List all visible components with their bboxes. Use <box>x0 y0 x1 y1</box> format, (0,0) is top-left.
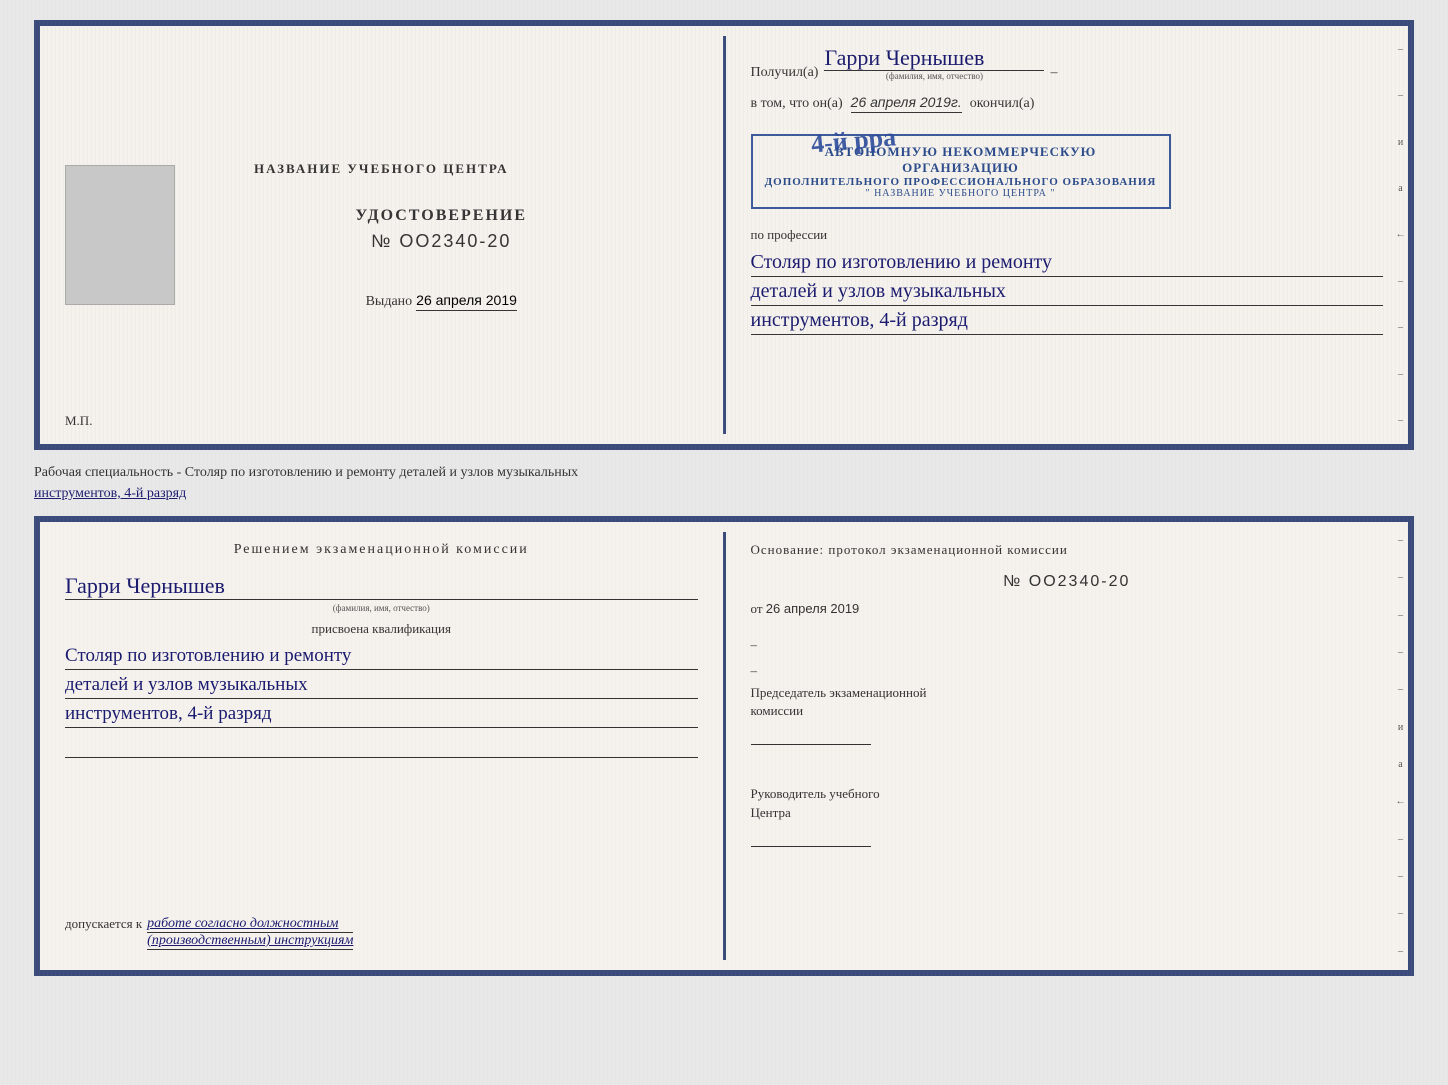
stamp-line3: " НАЗВАНИЕ УЧЕБНОГО ЦЕНТРА " <box>765 188 1157 199</box>
dopusk-label: допускается к <box>65 916 142 932</box>
right-vertical-marks: – – и а ← – – – – <box>1393 26 1408 444</box>
bottom-right-panel: Основание: протокол экзаменационной коми… <box>726 522 1409 970</box>
bottom-left-panel: Решением экзаменационной комиссии Гарри … <box>40 522 723 970</box>
rukovod-signature-line <box>751 827 871 847</box>
protocol-date-val: 26 апреля 2019 <box>766 601 860 616</box>
chairman-label: Председатель экзаменационной комиссии <box>751 684 1384 745</box>
recipient-name: Гарри Чернышев <box>824 46 1044 71</box>
decision-title: Решением экзаменационной комиссии <box>65 542 698 558</box>
dopusk-line: допускается к работе согласно должностны… <box>65 916 708 950</box>
cert-left-panel: НАЗВАНИЕ УЧЕБНОГО ЦЕНТРА УДОСТОВЕРЕНИЕ №… <box>40 26 723 444</box>
cert-type-label: УДОСТОВЕРЕНИЕ <box>355 207 527 225</box>
recipient-line: Получил(а) Гарри Чернышев (фамилия, имя,… <box>751 46 1384 81</box>
date-line: в том, что он(а) 26 апреля 2019г. окончи… <box>751 94 1384 113</box>
recipient-label: Получил(а) <box>751 65 819 81</box>
bottom-certificate: Решением экзаменационной комиссии Гарри … <box>34 516 1414 976</box>
prof-line-2: деталей и узлов музыкальных <box>751 280 1384 306</box>
top-certificate: НАЗВАНИЕ УЧЕБНОГО ЦЕНТРА УДОСТОВЕРЕНИЕ №… <box>34 20 1414 450</box>
protocol-num: № OO2340-20 <box>751 573 1384 591</box>
mp-label: М.П. <box>65 413 92 429</box>
protocol-date: от 26 апреля 2019 <box>751 601 1384 617</box>
recipient-hint: (фамилия, имя, отчество) <box>824 71 1044 81</box>
stamp-area: АВТОНОМНУЮ НЕКОММЕРЧЕСКУЮ ОРГАНИЗАЦИЮ ДО… <box>751 134 1384 209</box>
bottom-name-hint: (фамилия, имя, отчество) <box>65 603 698 613</box>
osnov-title: Основание: протокол экзаменационной коми… <box>751 542 1384 558</box>
issued-label: Выдано <box>366 294 413 309</box>
stamp-line2: ДОПОЛНИТЕЛЬНОГО ПРОФЕССИОНАЛЬНОГО ОБРАЗО… <box>765 176 1157 188</box>
cert-right-panel: Получил(а) Гарри Чернышев (фамилия, имя,… <box>726 26 1409 444</box>
caption-line2: инструментов, 4-й разряд <box>34 486 186 501</box>
rukovod-label1: Руководитель учебного <box>751 785 1384 803</box>
bottom-prof-line-1: Столяр по изготовлению и ремонту <box>65 645 698 670</box>
rukovod-label2: Центра <box>751 804 1384 822</box>
prof-line-1: Столяр по изготовлению и ремонту <box>751 251 1384 277</box>
caption-text: Рабочая специальность - Столяр по изгото… <box>34 462 1414 504</box>
dopusk-value1: работе согласно должностным <box>147 916 353 933</box>
profession-label: по профессии <box>751 227 1384 243</box>
issued-date: 26 апреля 2019 <box>416 292 517 311</box>
caption-line1: Рабочая специальность - Столяр по изгото… <box>34 465 578 480</box>
rukovod-label: Руководитель учебного Центра <box>751 785 1384 846</box>
learning-center-title: НАЗВАНИЕ УЧЕБНОГО ЦЕНТРА <box>254 161 509 177</box>
date-value: 26 апреля 2019г. <box>851 94 962 113</box>
profession-lines: Столяр по изготовлению и ремонту деталей… <box>751 251 1384 335</box>
dopusk-value2: (производственным) инструкциям <box>147 933 353 950</box>
photo-placeholder <box>65 165 175 305</box>
ot-label: от <box>751 601 763 616</box>
bottom-prof-line-3: инструментов, 4-й разряд <box>65 703 698 728</box>
kvali-label: присвоена квалификация <box>65 621 698 637</box>
bottom-name: Гарри Чернышев <box>65 573 698 599</box>
chairman-signature-line <box>751 725 871 745</box>
chairman-label1: Председатель экзаменационной <box>751 684 1384 702</box>
chairman-label2: комиссии <box>751 702 1384 720</box>
dash-sep: – <box>1050 65 1057 81</box>
okonchl-label: окончил(а) <box>970 96 1035 112</box>
bottom-prof-line-2: деталей и узлов музыкальных <box>65 674 698 699</box>
in-that-label: в том, что он(а) <box>751 96 843 112</box>
prof-line-3: инструментов, 4-й разряд <box>751 309 1384 335</box>
cert-number: № OO2340-20 <box>355 231 527 252</box>
bottom-name-line: Гарри Чернышев <box>65 573 698 600</box>
bottom-right-vertical-marks: – – – – – и а ← – – – – <box>1393 522 1408 970</box>
bottom-prof-lines: Столяр по изготовлению и ремонту деталей… <box>65 645 698 728</box>
